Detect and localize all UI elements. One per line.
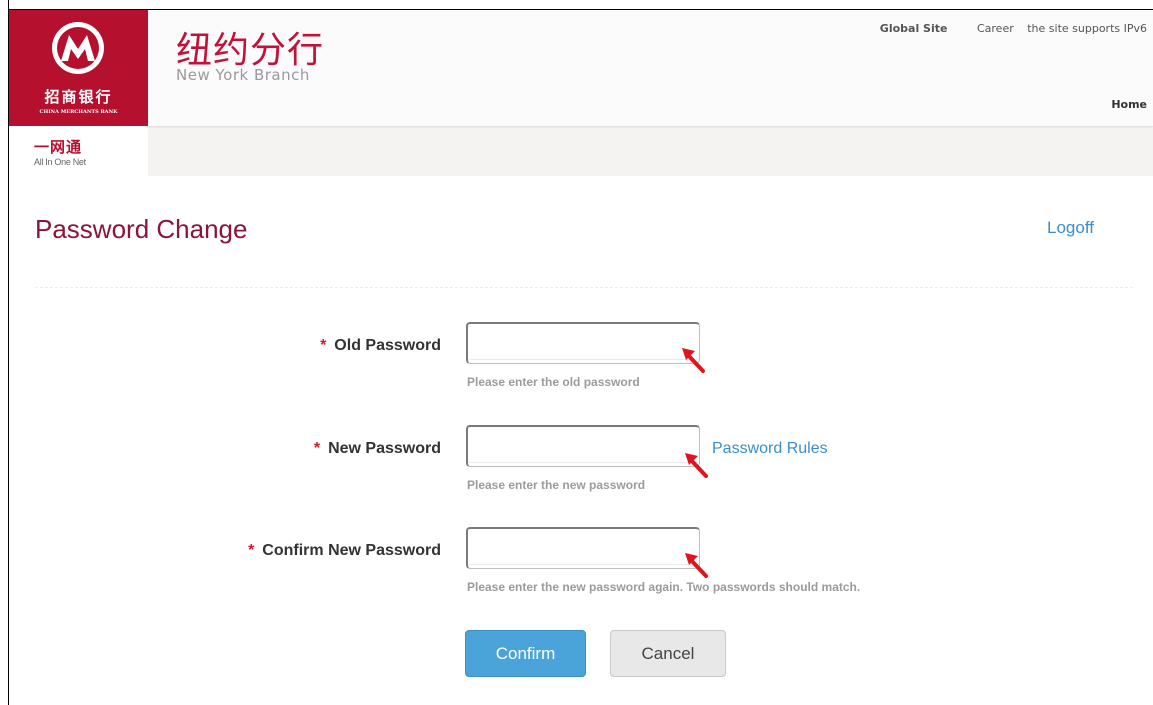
- bank-logo[interactable]: 招商银行 CHINA MERCHANTS BANK: [9, 10, 148, 126]
- global-site-link[interactable]: Global Site: [880, 22, 948, 35]
- cmb-emblem-icon: [52, 22, 104, 74]
- logo-english-text: CHINA MERCHANTS BANK: [39, 109, 118, 115]
- page-title: Password Change: [35, 214, 248, 244]
- required-mark: *: [320, 337, 327, 354]
- password-rules-link[interactable]: Password Rules: [712, 440, 828, 458]
- site-header: 招商银行 CHINA MERCHANTS BANK 纽约分行 New York …: [9, 10, 1153, 127]
- new-password-label: * New Password: [314, 440, 441, 458]
- old-password-hint: Please enter the old password: [467, 375, 640, 389]
- logo-chinese-text: 招商银行: [44, 88, 113, 106]
- career-link[interactable]: Career: [977, 22, 1014, 35]
- home-link[interactable]: Home: [1111, 98, 1147, 111]
- required-mark: *: [248, 542, 255, 559]
- required-mark: *: [313, 440, 321, 457]
- annotation-arrow-icon: [685, 553, 708, 578]
- old-password-label-text: Old Password: [334, 337, 441, 354]
- new-password-label-text: New Password: [328, 440, 441, 457]
- top-links: Global Site Career the site supports IPv…: [880, 22, 1147, 35]
- confirm-password-label: * Confirm New Password: [248, 542, 441, 560]
- old-password-input[interactable]: [466, 322, 700, 364]
- sub-navigation-bar: [148, 128, 1153, 176]
- new-password-hint: Please enter the new password: [467, 478, 646, 492]
- confirm-password-label-text: Confirm New Password: [262, 542, 441, 559]
- all-in-one-net-tab[interactable]: 一网通 All In One Net: [9, 126, 147, 176]
- annotation-arrow-icon: [685, 453, 708, 478]
- new-password-input[interactable]: [466, 425, 700, 467]
- annotation-arrow-icon: [682, 348, 705, 373]
- ipv6-notice: the site supports IPv6: [1027, 22, 1147, 35]
- old-password-label: * Old Password: [320, 337, 441, 355]
- cancel-button[interactable]: Cancel: [610, 630, 726, 677]
- logoff-link[interactable]: Logoff: [1047, 218, 1094, 238]
- all-in-one-net-english: All In One Net: [34, 157, 86, 167]
- confirm-password-input[interactable]: [466, 527, 700, 569]
- branch-name-english: New York Branch: [176, 66, 310, 84]
- title-divider: [35, 287, 1133, 288]
- confirm-button[interactable]: Confirm: [465, 630, 586, 677]
- confirm-password-hint: Please enter the new password again. Two…: [467, 580, 861, 594]
- all-in-one-net-chinese: 一网通: [34, 138, 83, 156]
